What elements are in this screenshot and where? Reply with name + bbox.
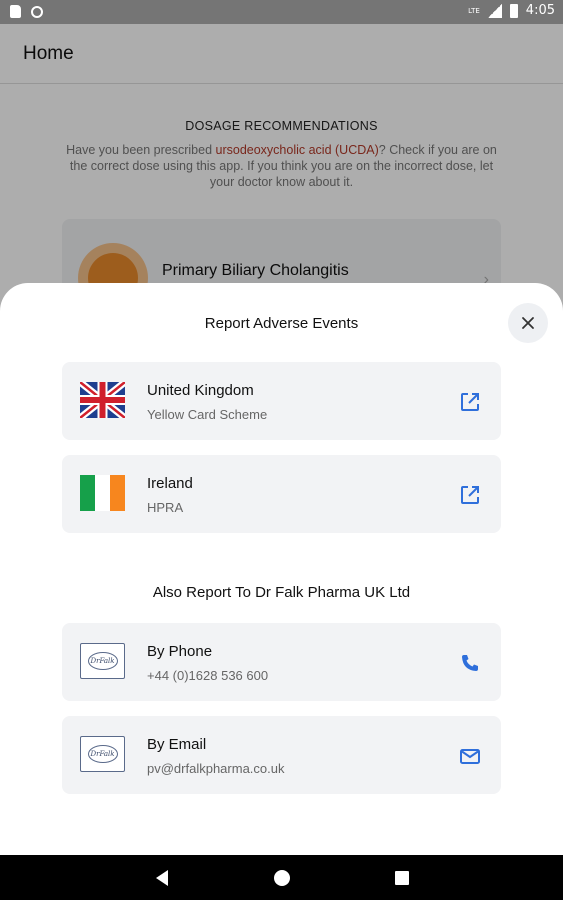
contact-card-email[interactable]: DrFalk By Email pv@drfalkpharma.co.uk bbox=[62, 716, 501, 794]
regulator-title: Ireland bbox=[147, 475, 193, 492]
phone-icon[interactable] bbox=[459, 652, 481, 674]
dr-falk-logo: DrFalk bbox=[80, 643, 125, 679]
recents-icon[interactable] bbox=[395, 871, 409, 885]
sd-card-icon bbox=[10, 5, 21, 18]
close-button[interactable] bbox=[508, 303, 548, 343]
regulator-title: United Kingdom bbox=[147, 382, 254, 399]
regulator-subtitle: Yellow Card Scheme bbox=[147, 407, 268, 422]
contact-title: By Phone bbox=[147, 643, 213, 660]
system-nav-bar bbox=[0, 855, 563, 900]
open-external-icon[interactable] bbox=[459, 391, 481, 413]
mail-icon[interactable] bbox=[459, 745, 481, 767]
sync-icon bbox=[31, 5, 43, 18]
status-bar: LTE 4:05 bbox=[0, 0, 563, 24]
contact-phone-number: +44 (0)1628 536 600 bbox=[147, 668, 269, 683]
regulator-card-ireland[interactable]: Ireland HPRA bbox=[62, 455, 501, 533]
status-right-icons: LTE 4:05 bbox=[468, 3, 555, 18]
open-external-icon[interactable] bbox=[459, 484, 481, 506]
status-time: 4:05 bbox=[525, 3, 555, 18]
back-icon[interactable] bbox=[156, 870, 168, 886]
sheet-title: Report Adverse Events bbox=[204, 315, 359, 332]
home-icon[interactable] bbox=[274, 870, 290, 886]
dr-falk-logo: DrFalk bbox=[80, 736, 125, 772]
signal-icon bbox=[487, 3, 502, 18]
status-left-icons bbox=[10, 5, 43, 18]
ireland-flag-icon bbox=[80, 475, 125, 511]
battery-icon bbox=[509, 3, 518, 18]
dr-falk-logo-text: DrFalk bbox=[87, 745, 118, 763]
uk-flag-icon bbox=[80, 382, 125, 418]
section-title: Also Report To Dr Falk Pharma UK Ltd bbox=[152, 584, 411, 601]
contact-email-address: pv@drfalkpharma.co.uk bbox=[147, 761, 285, 776]
contact-card-phone[interactable]: DrFalk By Phone +44 (0)1628 536 600 bbox=[62, 623, 501, 701]
report-adverse-events-sheet: Report Adverse Events United Kingdom Yel… bbox=[0, 283, 563, 855]
close-icon bbox=[522, 317, 534, 329]
regulator-card-uk[interactable]: United Kingdom Yellow Card Scheme bbox=[62, 362, 501, 440]
contact-title: By Email bbox=[147, 736, 207, 753]
network-type-label: LTE bbox=[468, 6, 480, 15]
regulator-subtitle: HPRA bbox=[147, 500, 184, 515]
dr-falk-logo-text: DrFalk bbox=[87, 652, 118, 670]
